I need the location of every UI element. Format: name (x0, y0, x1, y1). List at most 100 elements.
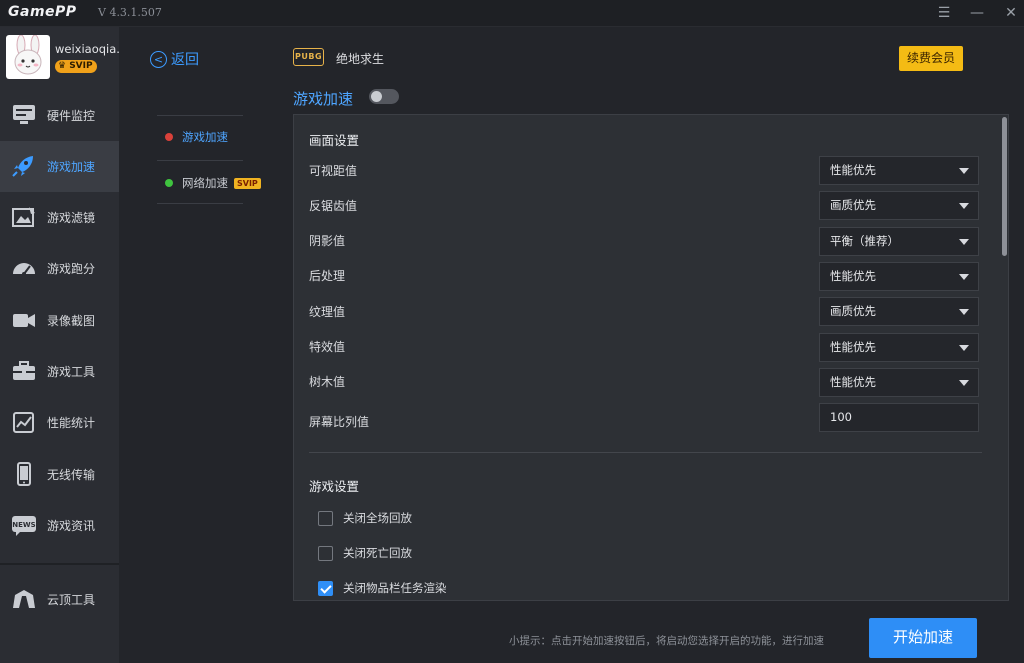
sidebar-item-wireless-transfer[interactable]: 无线传输 (0, 449, 119, 500)
anti-aliasing-select[interactable]: 画质优先 (819, 191, 979, 220)
checkbox-label: 关闭死亡回放 (343, 546, 412, 560)
submenu-label: 游戏加速 (182, 130, 228, 144)
chevron-down-icon (959, 274, 969, 280)
sidebar-item-benchmark[interactable]: 游戏跑分 (0, 243, 119, 294)
sidebar-item-label: 游戏工具 (47, 365, 96, 379)
back-label: 返回 (171, 52, 199, 68)
chevron-left-icon: < (150, 50, 167, 68)
texture-select[interactable]: 画质优先 (819, 297, 979, 326)
status-dot-red (165, 133, 173, 141)
minimize-icon[interactable]: — (964, 3, 990, 23)
back-button[interactable]: < 返回 (150, 49, 199, 69)
sidebar-item-game-accel[interactable]: 游戏加速 (0, 141, 119, 192)
title-bar: GamePP V 4.3.1.507 ☰ — ✕ (0, 0, 1024, 27)
game-name: 绝地求生 (336, 52, 385, 66)
hint-text: 小提示：点击开始加速按钮后，将启动您选择开启的功能，进行加速 (509, 635, 824, 647)
chart-clipboard-icon (13, 412, 34, 433)
sidebar-item-game-filter[interactable]: 游戏滤镜 (0, 192, 119, 243)
select-value: 性能优先 (830, 269, 876, 283)
disable-death-replay-checkbox[interactable] (318, 545, 333, 561)
setting-label: 阴影值 (309, 234, 346, 248)
sidebar-item-label: 游戏滤镜 (47, 211, 96, 225)
checkbox-label: 关闭全场回放 (343, 511, 412, 525)
submenu-divider (157, 115, 243, 116)
disable-inventory-render-checkbox[interactable] (318, 580, 333, 596)
sidebar-item-game-tools[interactable]: 游戏工具 (0, 346, 119, 397)
select-value: 性能优先 (830, 163, 876, 177)
close-icon[interactable]: ✕ (998, 3, 1024, 23)
game-settings-section-title: 游戏设置 (309, 479, 360, 494)
sidebar-item-hardware-monitor[interactable]: 硬件监控 (0, 90, 119, 141)
select-value: 画质优先 (830, 304, 876, 318)
screen-ratio-input[interactable]: 100 (819, 403, 979, 432)
sidebar-divider (0, 563, 119, 565)
chevron-down-icon (959, 380, 969, 386)
select-value: 性能优先 (830, 340, 876, 354)
toolbox-icon (13, 361, 35, 380)
chevron-down-icon (959, 309, 969, 315)
setting-label: 特效值 (309, 340, 346, 354)
pubg-logo-icon: PUBG (293, 48, 324, 66)
disable-inventory-render-option[interactable]: 关闭物品栏任务渲染 (318, 580, 447, 596)
chevron-down-icon (959, 345, 969, 351)
avatar[interactable] (6, 35, 50, 79)
view-distance-select[interactable]: 性能优先 (819, 156, 979, 185)
sidebar-item-recording[interactable]: 录像截图 (0, 295, 119, 346)
sidebar-item-performance-stats[interactable]: 性能统计 (0, 397, 119, 448)
menu-icon[interactable]: ☰ (931, 3, 957, 23)
svip-badge-label: SVIP (69, 61, 93, 71)
disable-full-replay-option[interactable]: 关闭全场回放 (318, 510, 412, 526)
sidebar-item-label: 性能统计 (47, 416, 96, 430)
submenu-divider (157, 203, 243, 204)
submenu-label: 网络加速 (182, 176, 228, 190)
news-icon: NEWS (12, 516, 36, 536)
chevron-down-icon (959, 239, 969, 245)
svip-badge: ♛ SVIP (55, 60, 97, 73)
foliage-select[interactable]: 性能优先 (819, 368, 979, 397)
effects-select[interactable]: 性能优先 (819, 333, 979, 362)
submenu-divider (157, 160, 243, 161)
setting-label: 可视距值 (309, 164, 358, 178)
status-dot-green (165, 179, 173, 187)
disable-full-replay-checkbox[interactable] (318, 510, 333, 526)
chevron-down-icon (959, 203, 969, 209)
select-value: 性能优先 (830, 375, 876, 389)
checkbox-label: 关闭物品栏任务渲染 (343, 581, 447, 595)
filter-icon (12, 207, 35, 227)
svip-tag: SVIP (234, 177, 261, 189)
select-value: 平衡（推荐） (830, 234, 899, 248)
sidebar-item-label: 游戏加速 (47, 160, 96, 174)
post-processing-select[interactable]: 性能优先 (819, 262, 979, 291)
svg-text:NEWS: NEWS (12, 521, 35, 529)
hardware-monitor-icon (13, 105, 35, 124)
chevron-down-icon (959, 168, 969, 174)
setting-label: 屏幕比列值 (309, 415, 370, 429)
sidebar: weixiaoqia.. ♛ SVIP 硬件监控 游戏加速 游戏滤镜 游戏跑分 … (0, 27, 119, 663)
cloud-top-icon (13, 590, 35, 608)
speedometer-icon (13, 263, 35, 276)
sidebar-item-label: 游戏跑分 (47, 262, 96, 276)
disable-death-replay-option[interactable]: 关闭死亡回放 (318, 545, 412, 561)
start-accel-button[interactable]: 开始加速 (869, 618, 977, 658)
sidebar-item-label: 无线传输 (47, 468, 96, 482)
shadow-select[interactable]: 平衡（推荐） (819, 227, 979, 256)
game-accel-title: 游戏加速 (293, 90, 354, 108)
sidebar-item-game-news[interactable]: NEWS 游戏资讯 (0, 500, 119, 551)
submenu-item-network-accel[interactable]: 网络加速 SVIP (157, 173, 261, 193)
scrollbar-thumb[interactable] (1002, 117, 1007, 256)
user-profile[interactable]: weixiaoqia.. ♛ SVIP (0, 27, 119, 87)
submenu-item-game-accel[interactable]: 游戏加速 (157, 127, 228, 147)
setting-label: 反锯齿值 (309, 199, 358, 213)
graphics-section-title: 画面设置 (309, 133, 360, 148)
app-logo: GamePP (8, 4, 77, 20)
renew-membership-button[interactable]: 续费会员 (899, 46, 963, 71)
select-value: 画质优先 (830, 198, 876, 212)
sidebar-item-cloud-top-tools[interactable]: 云顶工具 (0, 574, 119, 625)
phone-icon (17, 462, 31, 486)
video-camera-icon (13, 314, 35, 327)
toggle-knob (371, 91, 382, 102)
rocket-icon (12, 156, 33, 177)
setting-label: 树木值 (309, 375, 346, 389)
game-accel-toggle[interactable] (369, 89, 399, 104)
section-divider (309, 452, 982, 453)
